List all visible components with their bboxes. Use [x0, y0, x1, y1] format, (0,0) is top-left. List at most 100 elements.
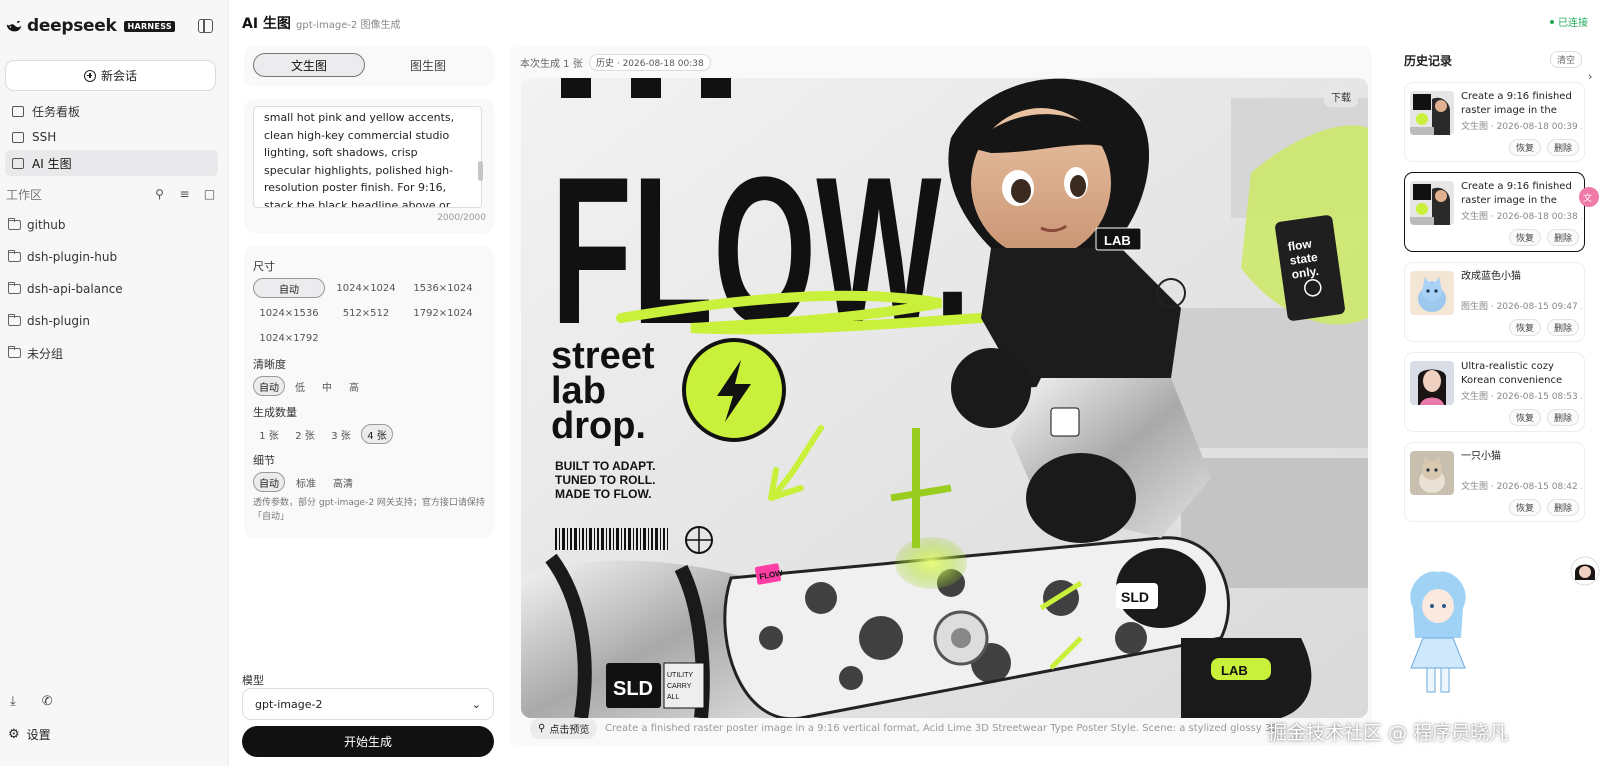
- nav-item-ssh[interactable]: SSH: [5, 124, 218, 150]
- svg-text:UTILITY: UTILITY: [667, 672, 693, 679]
- plus-circle-icon: [83, 69, 96, 82]
- folder-icon: [7, 250, 21, 262]
- brand-logo[interactable]: deepseek HARNESS: [5, 16, 175, 36]
- preview-button[interactable]: ⚲ 点击预览: [530, 718, 598, 739]
- history-thumbnail: [1410, 361, 1454, 405]
- size-option-512x512[interactable]: 512×512: [330, 303, 402, 323]
- count-label: 生成数量: [253, 406, 297, 419]
- folder-dsh-plugin[interactable]: dsh-plugin: [7, 312, 218, 330]
- download-button[interactable]: 下载: [1324, 86, 1358, 107]
- detail-option-auto[interactable]: 自动: [253, 472, 285, 492]
- history-item[interactable]: Create a 9:16 finished raster image in t…: [1404, 172, 1585, 252]
- count-option-4[interactable]: 4 张: [361, 424, 393, 444]
- restore-button[interactable]: 恢复: [1509, 319, 1542, 336]
- history-item-title: Ultra-realistic cozy Korean convenience …: [1461, 361, 1563, 386]
- delete-button[interactable]: 删除: [1547, 319, 1580, 336]
- settings-button[interactable]: ⚙ 设置: [8, 726, 51, 743]
- model-value: gpt-image-2: [255, 697, 323, 711]
- history-item-meta: 文生图 · 2026-08-18 00:39 ...: [1461, 122, 1582, 132]
- history-item-meta: 文生图 · 2026-08-18 00:38 ...: [1461, 212, 1582, 222]
- chevron-right-icon[interactable]: ›: [1588, 70, 1592, 83]
- size-option-1792x1024[interactable]: 1792×1024: [407, 303, 479, 323]
- params-card: 尺寸 自动 1024×1024 1536×1024 1024×1536 512×…: [244, 246, 494, 538]
- quality-option-auto[interactable]: 自动: [253, 376, 285, 396]
- delete-button[interactable]: 删除: [1547, 229, 1580, 246]
- clear-history-button[interactable]: 清空: [1550, 51, 1583, 68]
- delete-button[interactable]: 删除: [1547, 139, 1580, 156]
- detail-label: 细节: [253, 454, 275, 467]
- history-item[interactable]: 一只小猫 文生图 · 2026-08-15 08:42 ... 恢复 删除: [1404, 442, 1585, 522]
- mascot-icon[interactable]: [1403, 568, 1473, 698]
- nav-item-task-board[interactable]: 任务看板: [5, 98, 218, 124]
- history-item-meta: 文生图 · 2026-08-15 08:42 ...: [1461, 482, 1582, 492]
- avatar-icon[interactable]: [1570, 556, 1600, 586]
- new-chat-button[interactable]: 新会话: [5, 60, 216, 91]
- download-icon[interactable]: ⤓: [10, 694, 16, 709]
- generated-image[interactable]: flow state only. FLOW. street lab drop. …: [521, 78, 1368, 718]
- folder-dsh-api-balance[interactable]: dsh-api-balance: [7, 280, 218, 298]
- folder-github[interactable]: github: [7, 216, 218, 234]
- nav-item-ai-image[interactable]: AI 生图: [5, 150, 218, 176]
- prompt-textarea[interactable]: small hot pink and yellow accents, clean…: [253, 106, 482, 208]
- detail-option-hd[interactable]: 高清: [327, 472, 359, 492]
- svg-text:SLD: SLD: [1121, 589, 1149, 605]
- count-option-2[interactable]: 2 张: [289, 424, 321, 444]
- search-icon[interactable]: ⚲: [153, 187, 166, 201]
- size-option-1024x1536[interactable]: 1024×1536: [253, 303, 325, 323]
- mode-tabs: 文生图 图生图: [244, 46, 494, 86]
- history-item[interactable]: Create a 9:16 finished raster image in t…: [1404, 82, 1585, 162]
- size-option-auto[interactable]: 自动: [253, 278, 325, 298]
- folder-label: dsh-plugin-hub: [27, 250, 118, 264]
- restore-button[interactable]: 恢复: [1509, 139, 1542, 156]
- sidebar-collapse-icon[interactable]: [198, 19, 213, 33]
- svg-text:LAB: LAB: [1104, 233, 1131, 248]
- delete-button[interactable]: 删除: [1547, 409, 1580, 426]
- nav-item-label: AI 生图: [32, 156, 72, 171]
- folder-label: dsh-api-balance: [27, 282, 123, 296]
- count-option-1[interactable]: 1 张: [253, 424, 285, 444]
- model-select[interactable]: gpt-image-2 ⌄: [242, 688, 494, 720]
- restore-button[interactable]: 恢复: [1509, 229, 1542, 246]
- model-label: 模型: [242, 674, 264, 687]
- quality-option-high[interactable]: 高: [343, 376, 365, 396]
- settings-label: 设置: [26, 728, 51, 742]
- count-option-3[interactable]: 3 张: [325, 424, 357, 444]
- gear-icon: ⚙: [8, 727, 20, 742]
- history-thumbnail: [1410, 181, 1454, 225]
- new-folder-icon[interactable]: □: [203, 187, 216, 201]
- folder-dsh-plugin-hub[interactable]: dsh-plugin-hub: [7, 248, 218, 266]
- filter-icon[interactable]: ≡: [178, 187, 191, 201]
- workspace-header: 工作区 ⚲ ≡ □: [6, 186, 216, 202]
- svg-text:TUNED TO ROLL.: TUNED TO ROLL.: [555, 473, 655, 487]
- translate-icon[interactable]: 文: [1578, 186, 1600, 208]
- board-icon: [12, 105, 24, 117]
- connection-status: 已连接: [1550, 14, 1588, 29]
- size-option-1024x1024[interactable]: 1024×1024: [330, 278, 402, 298]
- folder-icon: [7, 282, 21, 294]
- history-item-title: 一只小猫: [1461, 451, 1501, 462]
- restore-button[interactable]: 恢复: [1509, 409, 1542, 426]
- quality-option-low[interactable]: 低: [289, 376, 311, 396]
- tab-text-to-image[interactable]: 文生图: [253, 53, 365, 77]
- brand-name: deepseek: [27, 16, 117, 36]
- phone-icon[interactable]: ✆: [42, 694, 53, 709]
- detail-option-standard[interactable]: 标准: [290, 472, 322, 492]
- new-chat-label: 新会话: [100, 69, 137, 83]
- size-option-1024x1792[interactable]: 1024×1792: [253, 328, 325, 348]
- char-count: 2000/2000: [437, 213, 486, 223]
- history-item[interactable]: 改成蓝色小猫 图生图 · 2026-08-15 09:47 ... 恢复 删除: [1404, 262, 1585, 342]
- restore-button[interactable]: 恢复: [1509, 499, 1542, 516]
- history-thumbnail: [1410, 271, 1454, 315]
- sidebar-bottom-icons: ⤓ ✆: [10, 694, 53, 709]
- delete-button[interactable]: 删除: [1547, 499, 1580, 516]
- folder-icon: [7, 218, 21, 230]
- generate-button[interactable]: 开始生成: [242, 726, 494, 757]
- history-item[interactable]: Ultra-realistic cozy Korean convenience …: [1404, 352, 1585, 432]
- history-title: 历史记录: [1404, 54, 1453, 68]
- tab-image-to-image[interactable]: 图生图: [372, 53, 484, 77]
- size-option-1536x1024[interactable]: 1536×1024: [407, 278, 479, 298]
- prompt-scrollbar[interactable]: [478, 109, 483, 199]
- quality-option-medium[interactable]: 中: [316, 376, 338, 396]
- folder-ungrouped[interactable]: 未分组: [7, 344, 218, 362]
- history-chip[interactable]: 历史 · 2026-08-18 00:38: [589, 54, 711, 71]
